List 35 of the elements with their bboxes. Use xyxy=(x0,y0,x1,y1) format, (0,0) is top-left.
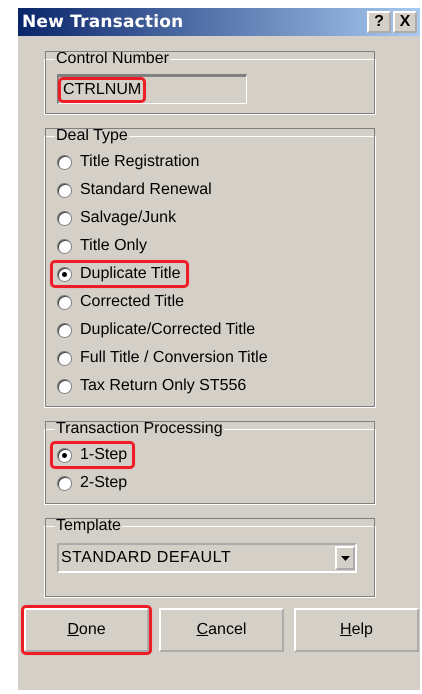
radio-label[interactable]: Corrected Title xyxy=(80,292,184,312)
template-dropdown[interactable]: STANDARD DEFAULT xyxy=(57,543,357,573)
radio-label[interactable]: Duplicate/Corrected Title xyxy=(80,320,256,340)
radio-label[interactable]: 2-Step xyxy=(80,473,128,493)
dialog-button[interactable]: Help xyxy=(294,608,419,652)
radio-label[interactable]: 1-Step xyxy=(80,445,128,465)
radio-button[interactable] xyxy=(57,322,72,338)
radio-label[interactable]: Title Registration xyxy=(80,152,200,172)
control-number-field[interactable]: CTRLNUM xyxy=(57,74,247,104)
radio-button[interactable] xyxy=(57,182,72,198)
radio-label[interactable]: Title Only xyxy=(80,236,147,256)
dropdown-arrow-icon xyxy=(340,556,350,560)
radio-button[interactable] xyxy=(57,350,72,366)
group-label: Deal Type xyxy=(55,127,129,145)
radio-label[interactable]: Standard Renewal xyxy=(80,180,212,200)
group-label: Template xyxy=(55,517,122,535)
radio-label[interactable]: Full Title / Conversion Title xyxy=(80,348,268,368)
radio-label[interactable]: Duplicate Title xyxy=(80,264,180,284)
radio-button[interactable] xyxy=(57,266,72,282)
radio-label[interactable]: Tax Return Only ST556 xyxy=(80,376,246,396)
radio-button[interactable] xyxy=(57,448,72,462)
title-bar-button[interactable]: X xyxy=(393,11,417,33)
radio-button[interactable] xyxy=(57,154,72,170)
group-label: Transaction Processing xyxy=(55,420,224,438)
window-title: New Transaction xyxy=(22,12,184,32)
dialog-button[interactable]: Done xyxy=(24,608,149,652)
radio-button[interactable] xyxy=(57,238,72,254)
radio-button[interactable] xyxy=(57,378,72,394)
radio-button[interactable] xyxy=(57,210,72,226)
dialog-button[interactable]: Cancel xyxy=(159,608,284,652)
radio-button[interactable] xyxy=(57,294,72,310)
radio-button[interactable] xyxy=(57,476,72,490)
radio-label[interactable]: Salvage/Junk xyxy=(80,208,176,228)
title-bar-button[interactable]: ? xyxy=(367,11,391,33)
group-label: Control Number xyxy=(55,50,170,68)
